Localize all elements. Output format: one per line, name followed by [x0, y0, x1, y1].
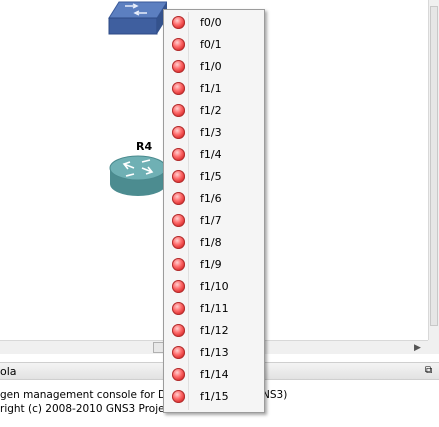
scroll-right-arrow-icon[interactable]: ▶: [414, 343, 421, 353]
interface-status-down-icon: [172, 258, 185, 271]
menu-item-interface[interactable]: f0/0: [166, 12, 262, 33]
console-title: ola: [0, 365, 17, 378]
interface-status-down-icon: [172, 104, 185, 117]
menu-item-interface[interactable]: f1/8: [166, 232, 262, 253]
interface-status-down-icon: [172, 170, 185, 183]
float-window-icon[interactable]: ⧉: [425, 366, 435, 376]
menu-item-interface[interactable]: f1/14: [166, 364, 262, 385]
vertical-scrollbar[interactable]: [428, 0, 439, 340]
interface-status-down-icon: [172, 38, 185, 51]
switch-icon[interactable]: [107, 0, 167, 36]
interface-status-down-icon: [172, 390, 185, 403]
interface-status-down-icon: [172, 324, 185, 337]
interface-status-down-icon: [172, 16, 185, 29]
menu-item-interface[interactable]: f1/9: [166, 254, 262, 275]
menu-item-interface[interactable]: f1/15: [166, 386, 262, 407]
interface-status-down-icon: [172, 368, 185, 381]
menu-item-interface[interactable]: f1/2: [166, 100, 262, 121]
console-line: NS3): [262, 389, 288, 401]
menu-item-interface[interactable]: f1/11: [166, 298, 262, 319]
menu-item-interface[interactable]: f1/6: [166, 188, 262, 209]
console-line: right (c) 2008-2010 GNS3 Project: [0, 403, 175, 415]
scrollbar-corner: [428, 340, 439, 354]
vertical-scrollbar-thumb[interactable]: [430, 6, 438, 326]
interface-status-down-icon: [172, 280, 185, 293]
menu-item-interface[interactable]: f1/0: [166, 56, 262, 77]
menu-item-interface[interactable]: f1/5: [166, 166, 262, 187]
menu-item-interface[interactable]: f1/4: [166, 144, 262, 165]
interface-status-down-icon: [172, 214, 185, 227]
menu-item-interface[interactable]: f1/13: [166, 342, 262, 363]
interface-status-down-icon: [172, 148, 185, 161]
interface-status-down-icon: [172, 346, 185, 359]
menu-item-interface[interactable]: f1/10: [166, 276, 262, 297]
interface-status-down-icon: [172, 302, 185, 315]
interface-status-down-icon: [172, 60, 185, 73]
menu-item-interface[interactable]: f1/7: [166, 210, 262, 231]
menu-item-interface[interactable]: f1/1: [166, 78, 262, 99]
menu-item-interface[interactable]: f0/1: [166, 34, 262, 55]
menu-item-interface[interactable]: f1/3: [166, 122, 262, 143]
interface-status-down-icon: [172, 126, 185, 139]
interface-context-menu: f0/0 f0/1 f1/0 f1/1 f1/2 f1/3 f1/4 f1/5 …: [163, 9, 265, 413]
interface-status-down-icon: [172, 192, 185, 205]
menu-item-interface[interactable]: f1/12: [166, 320, 262, 341]
interface-status-down-icon: [172, 236, 185, 249]
router-icon[interactable]: [108, 152, 168, 198]
console-line: gen management console for Dyna: [0, 389, 186, 401]
interface-status-down-icon: [172, 82, 185, 95]
